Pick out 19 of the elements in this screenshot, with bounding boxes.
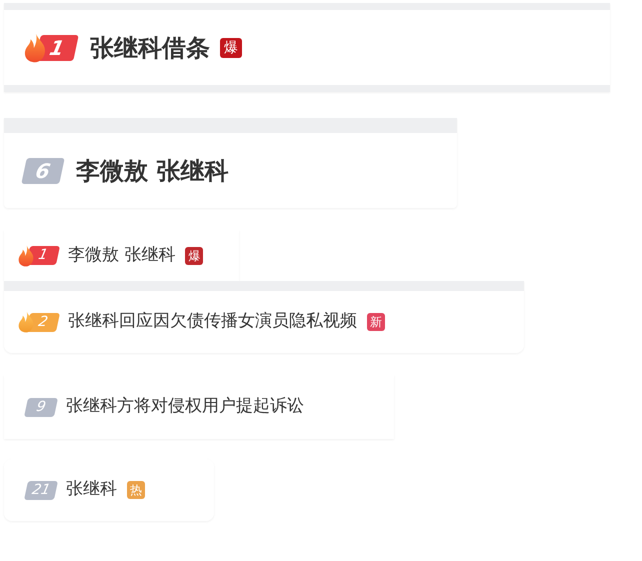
topic-tag: 爆 (185, 246, 204, 264)
search-item-card[interactable]: 1 李微敖 张继科 爆 (4, 230, 239, 281)
search-item-card[interactable]: 21 张继科 热 (4, 459, 214, 521)
topic-title: 张继科借条 (90, 32, 210, 64)
topic-tag: 热 (127, 481, 145, 499)
search-item-card[interactable]: 9 张继科方将对侵权用户提起诉讼 (4, 375, 394, 439)
rank-badge: 6 (21, 158, 65, 184)
topic-tag: 新 (367, 313, 385, 331)
topic-title: 李微敖 张继科 (76, 156, 228, 186)
topic-tag: 爆 (220, 38, 242, 58)
topic-title: 李微敖 张继科 (68, 244, 176, 267)
rank-badge: 21 (24, 480, 58, 500)
search-item-card[interactable]: 6 李微敖 张继科 (4, 118, 457, 208)
topic-title: 张继科 (66, 478, 117, 502)
topic-title: 张继科回应因欠债传播女演员隐私视频 (68, 310, 357, 334)
rank-badge: 9 (24, 398, 58, 416)
topic-title: 张继科方将对侵权用户提起诉讼 (66, 395, 304, 418)
search-item-card[interactable]: 1 张继科借条 爆 (4, 3, 610, 92)
search-item-card[interactable]: 2 张继科回应因欠债传播女演员隐私视频 新 (4, 281, 524, 353)
